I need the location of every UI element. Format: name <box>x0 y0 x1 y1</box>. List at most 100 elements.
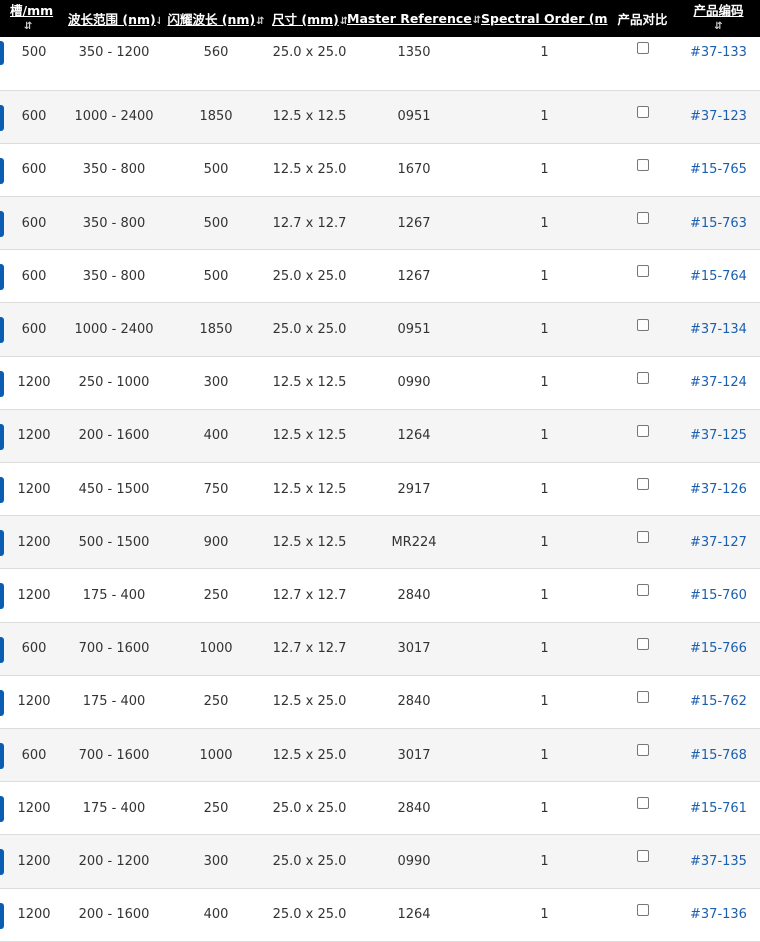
product-code-link[interactable]: #37-136 <box>690 907 747 922</box>
master-reference-cell: 2840 <box>397 694 431 710</box>
grooves-cell: 1200 <box>0 888 68 941</box>
sort-icon[interactable]: ⇵ <box>677 19 760 35</box>
master-reference-cell: 0951 <box>397 109 431 125</box>
compare-cell <box>608 463 677 516</box>
compare-checkbox[interactable] <box>636 212 649 225</box>
grooves-cell: 600 <box>0 250 68 303</box>
dimensions-cell: 12.5 x 25.0 <box>272 694 347 710</box>
wavelength-range-cell: 1000 - 2400 <box>74 322 154 338</box>
blaze-wavelength-cell: 250 <box>203 587 229 603</box>
wavelength-range-cell: 350 - 1200 <box>78 45 150 60</box>
table-header-row: 槽/mm ⇵ 波长范围 (nm)⇵ 闪耀波长 (nm)⇵ 尺寸 (mm)⇵ Ma… <box>0 0 760 37</box>
sort-icon[interactable]: ⇵ <box>340 16 347 27</box>
product-code-cell: #37-127 <box>677 516 760 569</box>
compare-cell <box>608 303 677 356</box>
product-code-link[interactable]: #37-125 <box>690 428 747 443</box>
dimensions-cell: 12.5 x 25.0 <box>272 162 347 178</box>
compare-checkbox[interactable] <box>636 371 649 384</box>
table-row: 600 350 - 800 500 12.5 x 25.0 1670 1 #15-765 <box>0 143 760 197</box>
row-accent-marker <box>0 211 4 238</box>
master-reference-cell: MR224 <box>391 534 437 550</box>
compare-checkbox[interactable] <box>636 41 649 54</box>
sort-icon[interactable]: ⇵ <box>473 15 481 26</box>
col-header-blaze-wavelength[interactable]: 闪耀波长 (nm)⇵ <box>160 0 272 37</box>
compare-checkbox[interactable] <box>636 265 649 278</box>
spectral-order-cell: 1 <box>540 800 549 816</box>
product-code-link[interactable]: #15-765 <box>690 162 747 177</box>
compare-cell <box>608 250 677 303</box>
compare-checkbox[interactable] <box>636 318 649 331</box>
product-code-link[interactable]: #37-124 <box>690 375 747 390</box>
master-reference-cell: 1267 <box>397 268 431 284</box>
dimensions-cell: 12.7 x 12.7 <box>272 587 347 603</box>
product-code-link[interactable]: #15-760 <box>690 588 747 603</box>
product-code-link[interactable]: #15-766 <box>690 641 747 656</box>
product-code-cell: #37-126 <box>677 463 760 516</box>
spectral-order-cell: 1 <box>540 747 549 763</box>
compare-checkbox[interactable] <box>636 478 649 491</box>
compare-checkbox[interactable] <box>636 903 649 916</box>
product-code-link[interactable]: #37-126 <box>690 482 747 497</box>
product-code-link[interactable]: #15-764 <box>690 269 747 284</box>
product-code-link[interactable]: #37-133 <box>690 45 747 60</box>
product-code-cell: #37-125 <box>677 409 760 462</box>
product-code-link[interactable]: #37-134 <box>690 322 747 337</box>
product-code-link[interactable]: #15-768 <box>690 748 747 763</box>
master-reference-cell: 2840 <box>397 800 431 816</box>
col-header-dimensions[interactable]: 尺寸 (mm)⇵ <box>272 0 347 37</box>
table-row: 600 700 - 1600 1000 12.7 x 12.7 3017 1 #15-766 <box>0 622 760 676</box>
wavelength-range-cell: 175 - 400 <box>82 587 146 603</box>
master-reference-cell: 1267 <box>397 215 431 231</box>
table-row: 1200 175 - 400 250 25.0 x 25.0 2840 1 #15-761 <box>0 781 760 835</box>
compare-checkbox[interactable] <box>636 424 649 437</box>
blaze-wavelength-cell: 400 <box>203 907 229 923</box>
col-header-product-code[interactable]: 产品编码 ⇵ <box>677 0 760 37</box>
product-code-link[interactable]: #37-135 <box>690 854 747 869</box>
product-code-cell: #15-762 <box>677 675 760 728</box>
blaze-wavelength-cell: 1000 <box>199 641 233 657</box>
product-code-cell: #15-761 <box>677 782 760 835</box>
dimensions-cell: 12.7 x 12.7 <box>272 641 347 657</box>
dimensions-cell: 25.0 x 25.0 <box>272 45 347 60</box>
compare-cell <box>608 888 677 941</box>
compare-checkbox[interactable] <box>636 158 649 171</box>
product-code-link[interactable]: #15-762 <box>690 694 747 709</box>
spectral-order-cell: 1 <box>540 322 549 338</box>
col-header-spectral-order[interactable]: Spectral Order (m)⇵ <box>481 0 608 37</box>
table-row: 1200 500 - 1500 900 12.5 x 12.5 MR224 1 #37-12… <box>0 515 760 569</box>
row-accent-marker <box>0 317 4 344</box>
compare-checkbox[interactable] <box>636 637 649 650</box>
dimensions-cell: 12.5 x 12.5 <box>272 375 347 391</box>
grooves-cell: 1200 <box>0 409 68 462</box>
product-code-link[interactable]: #37-123 <box>690 109 747 124</box>
row-accent-marker <box>0 423 4 450</box>
product-code-link[interactable]: #15-763 <box>690 216 747 231</box>
col-header-master-reference[interactable]: Master Reference⇵ <box>347 0 481 37</box>
product-code-cell: #15-760 <box>677 569 760 622</box>
sort-icon[interactable]: ⇵ <box>10 19 68 35</box>
col-header-wavelength-range[interactable]: 波长范围 (nm)⇵ <box>68 0 160 37</box>
product-code-cell: #37-124 <box>677 356 760 409</box>
compare-checkbox[interactable] <box>636 105 649 118</box>
table-row: 600 1000 - 2400 1850 12.5 x 12.5 0951 1 #37-12… <box>0 90 760 144</box>
sort-icon[interactable]: ⇵ <box>256 16 264 27</box>
grooves-cell: 1200 <box>0 835 68 888</box>
compare-checkbox[interactable] <box>636 850 649 863</box>
product-code-cell: #37-123 <box>677 90 760 143</box>
compare-checkbox[interactable] <box>636 584 649 597</box>
compare-checkbox[interactable] <box>636 797 649 810</box>
product-code-link[interactable]: #37-127 <box>690 535 747 550</box>
col-header-grooves[interactable]: 槽/mm ⇵ <box>0 0 68 37</box>
grooves-cell: 1200 <box>0 675 68 728</box>
dimensions-cell: 25.0 x 25.0 <box>272 853 347 869</box>
product-code-link[interactable]: #15-761 <box>690 801 747 816</box>
compare-checkbox[interactable] <box>636 690 649 703</box>
compare-checkbox[interactable] <box>636 531 649 544</box>
compare-checkbox[interactable] <box>636 744 649 757</box>
compare-cell <box>608 37 677 90</box>
dimensions-cell: 12.5 x 25.0 <box>272 747 347 763</box>
col-header-compare: 产品对比 <box>617 12 668 27</box>
row-accent-marker <box>0 689 4 716</box>
compare-cell <box>608 143 677 196</box>
blaze-wavelength-cell: 500 <box>203 215 229 231</box>
